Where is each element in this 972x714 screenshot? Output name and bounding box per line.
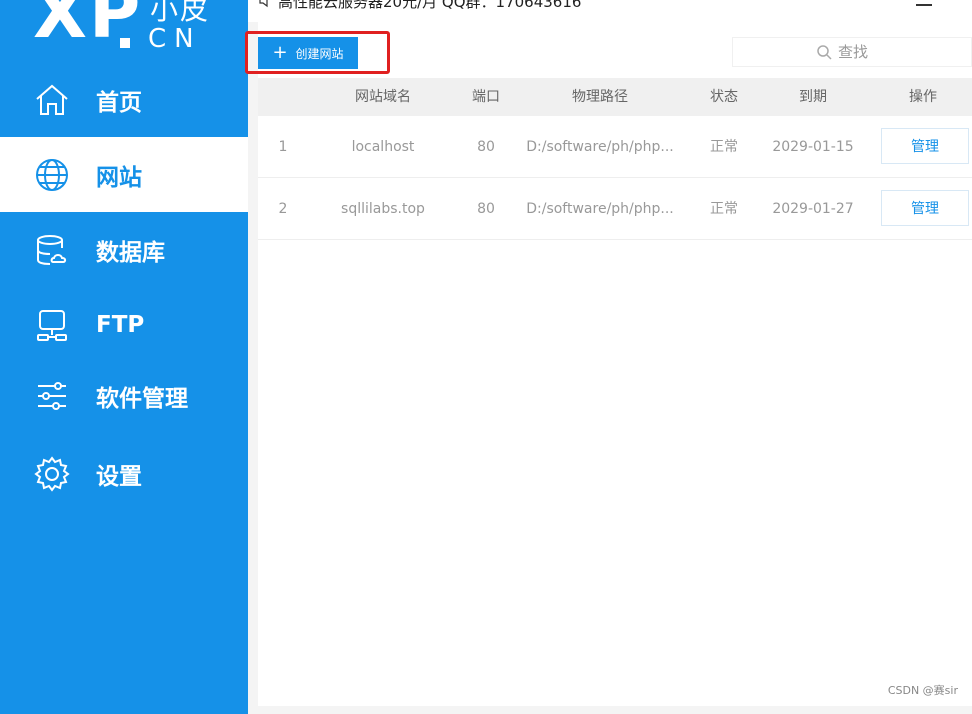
row-number: 2 [278,201,288,217]
sidebar-item-ftp[interactable]: FTP [0,287,248,362]
logo-dot [120,38,130,48]
search-input[interactable] [838,43,888,61]
row-port: 80 [477,139,495,155]
database-icon [37,234,67,265]
sidebar-item-database[interactable]: 数据库 [0,212,248,287]
row-path: D:/software/ph/php... [526,201,674,217]
create-website-button[interactable]: + 创建网站 [258,37,358,69]
ad-banner-text[interactable]: 高性能云服务器20元/月 QQ群：170643616 [278,0,581,12]
sidebar-item-label: FTP [96,311,145,338]
search-box[interactable] [732,37,972,67]
website-table: 网站域名 端口 物理路径 状态 到期 操作 1 localhost 80 D:/… [258,78,972,240]
sidebar-item-label: 网站 [96,164,142,191]
globe-icon [36,158,68,191]
row-port: 80 [477,201,495,217]
watermark: CSDN @赛sir [887,684,958,697]
row-domain: sqllilabs.top [341,201,425,217]
gear-icon [34,455,70,492]
main-panel: + 创建网站 网站域名 端口 物理路径 状态 到期 操作 1 localhost… [258,22,972,706]
sliders-icon [38,381,66,410]
row-number: 1 [278,139,288,155]
speaker-icon [259,0,268,8]
manage-button[interactable]: 管理 [881,190,969,226]
row-status: 正常 [710,201,738,217]
sidebar-item-label: 数据库 [96,239,165,266]
create-website-label: 创建网站 [295,46,344,61]
row-domain: localhost [351,139,415,155]
app-logo: XP 小皮 CN [0,0,248,62]
row-path: D:/software/ph/php... [526,139,674,155]
table-row: 2 sqllilabs.top 80 D:/software/ph/php...… [258,178,972,240]
header-domain: 网站域名 [355,89,411,105]
logo-cn: CN [148,24,202,54]
plus-icon: + [272,42,288,63]
sidebar-item-home[interactable]: 首页 [0,62,248,137]
sidebar: XP 小皮 CN 首页 网站 数据库 FTP 软件管理 设置 [0,0,248,714]
row-expire: 2029-01-27 [772,201,854,217]
minimize-button[interactable] [916,4,932,6]
header-path: 物理路径 [572,89,628,105]
sidebar-item-label: 首页 [96,89,142,116]
table-header: 网站域名 端口 物理路径 状态 到期 操作 [258,78,972,116]
ftp-icon [37,309,67,341]
header-expire: 到期 [799,89,827,105]
home-icon [36,84,68,115]
sidebar-item-label: 软件管理 [96,385,188,412]
header-status: 状态 [710,89,738,105]
sidebar-item-website[interactable]: 网站 [0,137,248,212]
sidebar-item-label: 设置 [96,463,142,490]
bottom-strip [248,706,972,714]
row-status: 正常 [710,139,738,155]
header-action: 操作 [909,89,937,105]
row-expire: 2029-01-15 [772,139,854,155]
top-bar: 高性能云服务器20元/月 QQ群：170643616 [248,0,972,22]
sidebar-item-settings[interactable]: 设置 [0,436,248,511]
sidebar-item-software[interactable]: 软件管理 [0,358,248,433]
manage-button[interactable]: 管理 [881,128,969,164]
table-row: 1 localhost 80 D:/software/ph/php... 正常 … [258,116,972,178]
search-icon [817,45,832,60]
header-port: 端口 [472,89,500,105]
